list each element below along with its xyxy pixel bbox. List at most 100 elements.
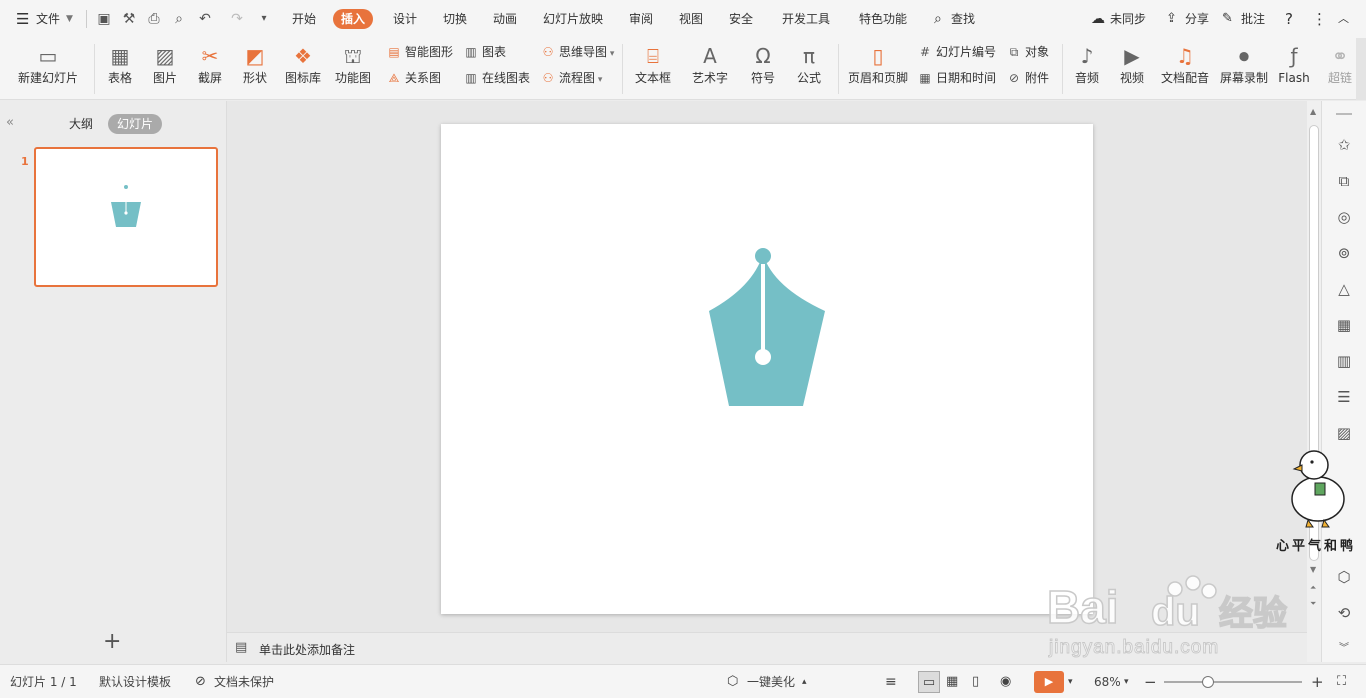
- design-template[interactable]: 默认设计模板: [99, 665, 171, 698]
- grid-icon[interactable]: ▦: [1334, 315, 1354, 335]
- presenter-view-icon[interactable]: ◉: [1000, 665, 1011, 698]
- screen-record-button[interactable]: ⏺ 屏幕录制: [1217, 42, 1271, 86]
- notes-toggle-icon[interactable]: ≡: [885, 665, 897, 698]
- play-slideshow-button[interactable]: ▶: [1034, 671, 1064, 693]
- print-preview-icon[interactable]: ⌕: [170, 10, 188, 28]
- slide-number-button[interactable]: # 幻灯片编号: [917, 42, 996, 62]
- document-protection[interactable]: 文档未保护: [214, 665, 274, 698]
- tab-home[interactable]: 开始: [292, 0, 316, 38]
- formula-button[interactable]: π 公式: [788, 42, 830, 86]
- new-slide-button[interactable]: ▭ 新建幻灯片: [13, 42, 83, 86]
- date-time-button[interactable]: ▦ 日期和时间: [917, 68, 996, 88]
- hyperlink-button[interactable]: ⚭ 超链: [1322, 42, 1358, 86]
- bar-chart-icon[interactable]: ▥: [1334, 351, 1354, 371]
- expand-icon[interactable]: ︾: [1334, 639, 1354, 659]
- save-icon[interactable]: ▣: [95, 10, 113, 28]
- symbol-button[interactable]: Ω 符号: [742, 42, 784, 86]
- relation-graph-button[interactable]: ⟁ 关系图: [386, 68, 441, 88]
- shield-icon[interactable]: ⬡: [1334, 567, 1354, 587]
- customize-quick-access-icon[interactable]: ▾: [255, 10, 273, 28]
- chevron-down-icon[interactable]: ▼: [66, 0, 73, 38]
- share-icon[interactable]: ⇪: [1166, 0, 1177, 38]
- zoom-dropdown-icon[interactable]: ▾: [1124, 665, 1129, 698]
- search-icon[interactable]: ⌕: [934, 0, 942, 38]
- tab-view[interactable]: 视图: [679, 0, 703, 38]
- chevron-down-icon[interactable]: ▾: [1068, 665, 1073, 698]
- textbox-button[interactable]: ⌸ 文本框: [628, 42, 678, 86]
- pen-nib-shape[interactable]: [441, 124, 1093, 614]
- tab-special-features[interactable]: 特色功能: [859, 0, 907, 38]
- image-icon[interactable]: ▨: [1334, 423, 1354, 443]
- tab-outline[interactable]: 大纲: [69, 115, 93, 132]
- header-footer-button[interactable]: ▯ 页眉和页脚: [845, 42, 911, 86]
- function-chart-button[interactable]: ⛫ 功能图: [328, 42, 378, 86]
- tab-animations[interactable]: 动画: [493, 0, 517, 38]
- zoom-out-icon[interactable]: −: [1144, 665, 1157, 698]
- zoom-slider-track[interactable]: [1164, 681, 1302, 683]
- prev-slide-icon[interactable]: ⏶: [1310, 583, 1316, 593]
- zoom-in-icon[interactable]: +: [1311, 665, 1324, 698]
- hamburger-menu-icon[interactable]: ☰: [16, 0, 29, 38]
- search-button[interactable]: 查找: [951, 0, 975, 38]
- tab-slideshow[interactable]: 幻灯片放映: [543, 0, 603, 38]
- tab-developer[interactable]: 开发工具: [782, 0, 830, 38]
- normal-view-icon[interactable]: ▭: [918, 671, 940, 693]
- scroll-up-icon[interactable]: ▲: [1310, 107, 1316, 116]
- undo-icon[interactable]: ↶: [196, 10, 214, 28]
- history-icon[interactable]: ⟲: [1334, 603, 1354, 623]
- icon-library-button[interactable]: ❖ 图标库: [281, 42, 325, 86]
- tab-security[interactable]: 安全: [729, 0, 753, 38]
- shapes-icon[interactable]: ◎: [1334, 207, 1354, 227]
- picture-button[interactable]: ▨ 图片: [144, 42, 186, 86]
- print-icon[interactable]: ⎙: [145, 10, 163, 28]
- video-button[interactable]: ▶ 视频: [1111, 42, 1153, 86]
- share-button[interactable]: 分享: [1185, 0, 1209, 38]
- comment-icon[interactable]: ✎: [1222, 0, 1233, 38]
- file-menu[interactable]: 文件: [36, 0, 60, 38]
- settings-sliders-icon[interactable]: ☰: [1334, 387, 1354, 407]
- beautify-button[interactable]: 一键美化: [747, 665, 795, 698]
- slide-sorter-icon[interactable]: ▦: [946, 665, 958, 698]
- transition-icon[interactable]: ⧉: [1334, 171, 1354, 191]
- more-options-icon[interactable]: ⋮: [1312, 0, 1327, 38]
- chevron-up-icon[interactable]: ▴: [802, 665, 807, 698]
- redo-icon[interactable]: ↷: [228, 10, 246, 28]
- triangle-icon[interactable]: △: [1334, 279, 1354, 299]
- chart-button[interactable]: ▥ 图表: [463, 42, 506, 62]
- cloud-icon[interactable]: ☁: [1091, 0, 1105, 38]
- scroll-down-icon[interactable]: ▼: [1310, 565, 1316, 574]
- zoom-level[interactable]: 68%: [1094, 665, 1121, 698]
- next-slide-icon[interactable]: ⏷: [1310, 599, 1316, 609]
- table-button[interactable]: ▦ 表格: [99, 42, 141, 86]
- wordart-button[interactable]: A 艺术字: [685, 42, 735, 86]
- collapse-panel-icon[interactable]: «: [6, 115, 14, 130]
- help-icon[interactable]: ?: [1285, 0, 1293, 38]
- shape-button[interactable]: ◩ 形状: [234, 42, 276, 86]
- reading-view-icon[interactable]: ▯: [972, 665, 979, 698]
- flowchart-button[interactable]: ⚇ 流程图 ▾: [540, 68, 603, 88]
- notes-bar[interactable]: ▤ 单击此处添加备注: [227, 632, 1307, 662]
- ribbon-scroll[interactable]: [1356, 38, 1366, 100]
- object-button[interactable]: ⧉ 对象: [1006, 42, 1049, 62]
- smart-graphic-button[interactable]: ▤ 智能图形: [386, 42, 453, 62]
- add-slide-button[interactable]: +: [103, 631, 121, 653]
- vertical-scrollbar[interactable]: ▲ ▼ ⏶ ⏷: [1307, 101, 1321, 662]
- tab-slides[interactable]: 幻灯片: [108, 114, 163, 134]
- format-painter-icon[interactable]: ⚒: [120, 10, 138, 28]
- tab-design[interactable]: 设计: [393, 0, 417, 38]
- drag-handle[interactable]: [1336, 113, 1352, 115]
- location-icon[interactable]: ⊚: [1334, 243, 1354, 263]
- zoom-slider-thumb[interactable]: [1202, 676, 1214, 688]
- sync-status[interactable]: 未同步: [1110, 0, 1146, 38]
- mind-map-button[interactable]: ⚇ 思维导图 ▾: [540, 42, 615, 62]
- tab-transitions[interactable]: 切换: [443, 0, 467, 38]
- tab-insert[interactable]: 插入: [333, 9, 374, 29]
- flash-button[interactable]: ƒ Flash: [1273, 42, 1315, 86]
- attachment-button[interactable]: ⊘ 附件: [1006, 68, 1049, 88]
- tab-review[interactable]: 审阅: [629, 0, 653, 38]
- fit-to-window-icon[interactable]: ⛶: [1337, 665, 1346, 698]
- audio-button[interactable]: ♪ 音频: [1066, 42, 1108, 86]
- comment-button[interactable]: 批注: [1241, 0, 1265, 38]
- online-chart-button[interactable]: ▥ 在线图表: [463, 68, 530, 88]
- slide-thumbnail[interactable]: [34, 147, 218, 287]
